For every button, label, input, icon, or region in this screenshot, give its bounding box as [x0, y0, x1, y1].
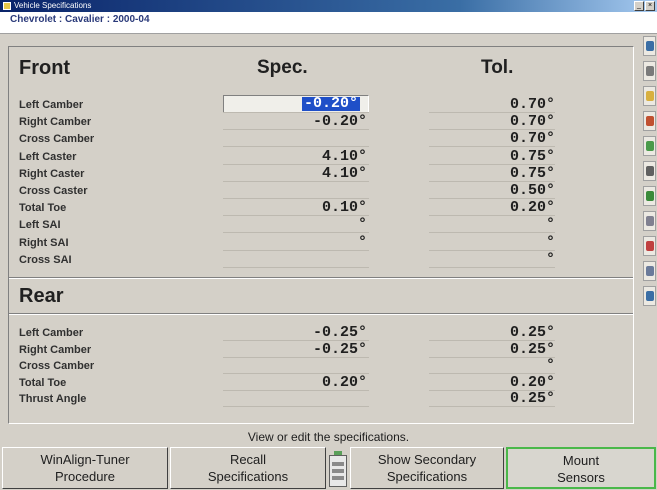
vehicle-icon[interactable] [643, 61, 656, 81]
spec-row-label: Right SAI [19, 236, 69, 249]
mount-sensors-button[interactable]: Mount Sensors [506, 447, 656, 489]
tolerance-value[interactable]: 0.20° [429, 374, 555, 391]
tolerance-value[interactable]: ° [429, 234, 555, 251]
tolerance-value[interactable]: ° [429, 357, 555, 374]
tolerance-value[interactable]: 0.25° [429, 341, 555, 358]
tolerance-value[interactable]: ° [429, 216, 555, 233]
selected-spec-text: -0.20 [303, 95, 349, 112]
show-secondary-specifications-button[interactable]: Show Secondary Specifications [350, 447, 504, 489]
spec-row-label: Right Caster [19, 167, 85, 180]
spec-value[interactable]: 0.20° [223, 374, 367, 391]
spec-row-label: Right Camber [19, 116, 92, 129]
function-bar: WinAlign-Tuner Procedure Recall Specific… [0, 445, 657, 490]
sensor-icon[interactable] [643, 136, 656, 156]
close-button[interactable]: × [645, 1, 655, 11]
selected-spec-unit: ° [348, 95, 358, 112]
spec-row-label: Left SAI [19, 219, 61, 232]
specifications-panel: Front Spec. Tol. -0.20° Left Camber 0.70°… [8, 46, 634, 424]
spec-row-label: Left Camber [19, 327, 84, 339]
gauge-icon[interactable] [643, 186, 656, 206]
spec-value[interactable]: 4.10° [223, 148, 367, 165]
vehicle-selection: Chevrolet : Cavalier : 2000-04 [0, 12, 657, 34]
spec-value[interactable]: ° [223, 216, 367, 233]
tire-icon[interactable] [643, 161, 656, 181]
button-label: Sensors [557, 470, 605, 485]
meter-icon[interactable] [643, 86, 656, 106]
tolerance-value[interactable]: 0.70° [429, 113, 555, 130]
tolerance-value[interactable]: ° [429, 251, 555, 268]
tolerance-value[interactable]: 0.70° [429, 96, 555, 113]
button-label: Mount [562, 453, 600, 468]
button-label: Specifications [207, 469, 289, 484]
wrench-icon[interactable] [643, 111, 656, 131]
button-label: WinAlign-Tuner [40, 452, 130, 467]
window-title: Vehicle Specifications [14, 1, 92, 10]
button-label: Procedure [55, 469, 115, 484]
recall-specifications-button[interactable]: Recall Specifications [170, 447, 326, 489]
tolerance-value[interactable]: 0.70° [429, 130, 555, 147]
spec-row-label: Total Toe [19, 376, 67, 389]
spec-value[interactable]: 0.10° [223, 199, 367, 216]
front-heading: Front [19, 57, 71, 79]
spec-field[interactable] [223, 266, 369, 268]
side-toolbar [642, 36, 657, 326]
spec-value[interactable]: ° [223, 234, 367, 251]
tolerance-column-heading: Tol. [481, 57, 514, 78]
app-icon [3, 2, 11, 10]
window-titlebar: Vehicle Specifications _ × [0, 0, 657, 12]
spec-field[interactable] [223, 406, 369, 408]
section-divider [9, 313, 633, 315]
tolerance-value[interactable]: 0.20° [429, 199, 555, 216]
button-label: Show Secondary [377, 452, 477, 467]
specifications-icon[interactable] [643, 36, 656, 56]
tolerance-value[interactable]: 0.25° [429, 324, 555, 341]
button-label: Recall [229, 452, 267, 467]
spec-row-label: Total Toe [19, 202, 67, 215]
spec-column-heading: Spec. [257, 57, 308, 78]
help-icon[interactable] [643, 286, 656, 306]
chart-icon[interactable] [643, 236, 656, 256]
spec-value[interactable]: -0.20° [223, 113, 367, 130]
spec-row-label: Cross Camber [19, 133, 95, 146]
spec-row-label: Cross Camber [19, 360, 95, 373]
section-divider [9, 277, 633, 279]
spec-row-label: Right Camber [19, 343, 92, 356]
search-icon[interactable] [643, 261, 656, 281]
tolerance-value[interactable]: 0.50° [429, 182, 555, 199]
status-message: View or edit the specifications. [247, 430, 410, 444]
rear-heading: Rear [19, 285, 64, 307]
left-camber-spec-input[interactable]: -0.20° [223, 95, 369, 113]
button-label: Specifications [386, 469, 468, 484]
spec-value[interactable]: 4.10° [223, 165, 367, 182]
spec-row-label: Thrust Angle [19, 393, 87, 406]
tolerance-value[interactable]: 0.25° [429, 390, 555, 407]
spec-row-label: Cross SAI [19, 253, 72, 266]
spec-row-label: Left Caster [19, 150, 77, 163]
minimize-button[interactable]: _ [634, 1, 644, 11]
tolerance-value[interactable]: 0.75° [429, 148, 555, 165]
spec-row-label: Cross Caster [19, 185, 88, 197]
battery-icon [329, 451, 347, 487]
winalign-tuner-procedure-button[interactable]: WinAlign-Tuner Procedure [2, 447, 168, 489]
spec-value[interactable]: -0.25° [223, 324, 367, 341]
tolerance-value[interactable]: 0.75° [429, 165, 555, 182]
selected-spec-value[interactable]: -0.20° [301, 95, 360, 112]
spec-row-label: Left Camber [19, 99, 84, 111]
spec-value[interactable]: -0.25° [223, 341, 367, 358]
printer-icon[interactable] [643, 211, 656, 231]
